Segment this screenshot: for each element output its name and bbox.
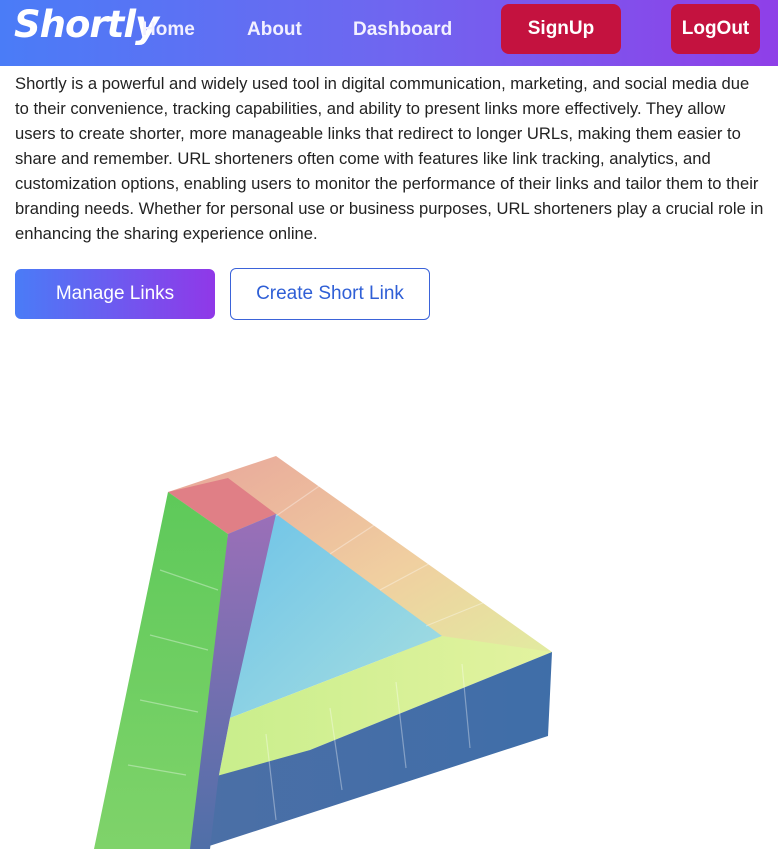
nav-link-home[interactable]: Home xyxy=(142,19,195,41)
signup-button[interactable]: SignUp xyxy=(501,4,621,54)
penrose-triangle-illustration xyxy=(94,456,552,849)
manage-links-button[interactable]: Manage Links xyxy=(15,269,215,319)
create-short-link-button[interactable]: Create Short Link xyxy=(230,268,430,320)
logout-button[interactable]: LogOut xyxy=(671,4,760,54)
logo[interactable]: Shortly xyxy=(14,3,159,46)
navbar: Shortly Home About Dashboard SignUp LogO… xyxy=(0,0,778,66)
intro-paragraph: Shortly is a powerful and widely used to… xyxy=(15,74,764,243)
nav-link-dashboard[interactable]: Dashboard xyxy=(353,19,452,41)
nav-link-about[interactable]: About xyxy=(247,19,302,41)
